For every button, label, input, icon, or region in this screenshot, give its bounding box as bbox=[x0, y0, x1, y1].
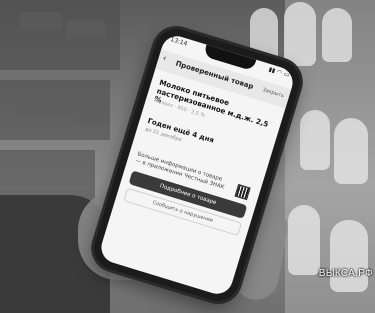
watermark: ВЫКСА.РФ bbox=[318, 268, 373, 279]
status-time: 13:14 bbox=[169, 35, 189, 48]
bottle-3 bbox=[322, 8, 352, 62]
bottle-7 bbox=[330, 220, 368, 292]
bottle-2 bbox=[284, 2, 316, 66]
bottle-4 bbox=[300, 110, 330, 170]
close-link[interactable]: Закрыть bbox=[262, 87, 285, 99]
product-pack-3 bbox=[18, 95, 72, 115]
product-pack-4 bbox=[74, 105, 110, 125]
status-icons: ▮▮ ◠ ▭ bbox=[267, 65, 291, 79]
back-arrow-icon[interactable]: ‹ bbox=[161, 54, 167, 65]
product-pack-1 bbox=[20, 12, 62, 30]
product-pack-2 bbox=[66, 20, 106, 38]
bottle-5 bbox=[334, 118, 368, 184]
store-photo: 13:14 ▮▮ ◠ ▭ ‹ Проверенный товар Закрыть… bbox=[0, 0, 375, 313]
bottle-6 bbox=[288, 205, 320, 275]
qr-code-icon[interactable] bbox=[234, 183, 251, 201]
